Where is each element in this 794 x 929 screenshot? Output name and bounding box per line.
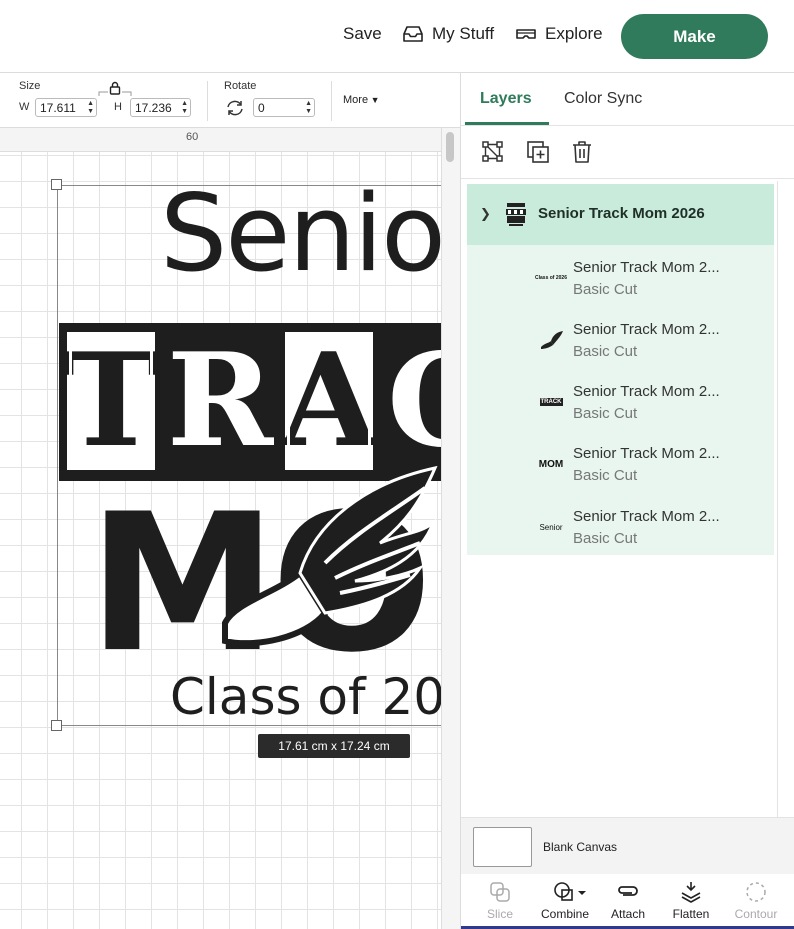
tab-color-sync[interactable]: Color Sync bbox=[564, 90, 642, 108]
layer-title: Senior Track Mom 2... bbox=[573, 383, 720, 400]
layer-group-name: Senior Track Mom 2026 bbox=[538, 205, 705, 222]
width-value: 17.611 bbox=[40, 101, 76, 115]
top-bar: Save My Stuff Explore Make bbox=[0, 0, 794, 73]
layer-title: Senior Track Mom 2... bbox=[573, 508, 720, 525]
layer-item-track[interactable]: TRACK Senior Track Mom 2... Basic Cut bbox=[467, 371, 774, 433]
attach-button[interactable]: Attach bbox=[597, 874, 659, 926]
horizontal-ruler: 60 bbox=[0, 128, 441, 152]
combine-label: Combine bbox=[540, 907, 590, 921]
layer-actions-bar: Slice Combine Attach Flatten Contour bbox=[461, 874, 794, 929]
edit-toolbar: Size W 17.611 ▲ ▼ H 17.236 ▲ ▼ Rotate 0 ▲ ▼… bbox=[0, 73, 460, 128]
more-label: More bbox=[343, 94, 369, 106]
flatten-icon bbox=[681, 882, 701, 903]
layer-thumbnail-text: MOM bbox=[538, 458, 564, 470]
layer-thumbnail: MOM bbox=[537, 453, 565, 475]
flatten-label: Flatten bbox=[672, 907, 710, 921]
slice-button[interactable]: Slice bbox=[469, 874, 531, 926]
layer-item-wing[interactable]: Senior Track Mom 2... Basic Cut bbox=[467, 309, 774, 371]
caret-down-icon: ▼ bbox=[368, 95, 380, 105]
attach-icon bbox=[618, 886, 638, 896]
height-label: H bbox=[114, 101, 122, 113]
contour-icon bbox=[746, 882, 766, 902]
layer-operation: Basic Cut bbox=[573, 467, 638, 484]
save-label: Save bbox=[343, 24, 382, 43]
toolbar-divider bbox=[331, 81, 332, 121]
layer-title: Senior Track Mom 2... bbox=[573, 445, 720, 462]
layer-thumbnail: Senior bbox=[537, 516, 565, 538]
layers-list: ❯ Senior Track Mom 2026 Class of 2026 Se… bbox=[467, 184, 774, 555]
layer-operation: Basic Cut bbox=[573, 343, 638, 360]
height-input[interactable]: 17.236 ▲ ▼ bbox=[130, 98, 191, 117]
rotate-icon[interactable] bbox=[225, 99, 245, 117]
make-label: Make bbox=[673, 26, 716, 46]
resize-handle-top-left[interactable] bbox=[51, 179, 62, 190]
blank-canvas-label: Blank Canvas bbox=[543, 840, 618, 854]
layer-thumbnail-text: TRACK bbox=[539, 398, 563, 406]
trash-icon[interactable] bbox=[569, 139, 595, 165]
explore-button[interactable]: Explore bbox=[515, 24, 603, 44]
flatten-button[interactable]: Flatten bbox=[660, 874, 722, 926]
design-canvas[interactable]: 60 Senio T R A C MOM Class of 202 17.61 … bbox=[0, 128, 441, 929]
slice-icon bbox=[490, 882, 510, 902]
layer-thumbnail-text: Class of 2026 bbox=[535, 275, 567, 281]
blank-canvas-row[interactable]: Blank Canvas bbox=[461, 817, 794, 874]
panel-divider bbox=[461, 125, 794, 126]
my-stuff-button[interactable]: My Stuff bbox=[402, 24, 494, 44]
layer-title: Senior Track Mom 2... bbox=[573, 259, 720, 276]
combine-icon bbox=[554, 882, 586, 901]
layers-panel: Layers Color Sync ❯ Senior Track Mom 202… bbox=[460, 73, 794, 929]
selection-box[interactable] bbox=[57, 185, 441, 726]
more-menu-button[interactable]: More ▼ bbox=[343, 94, 379, 106]
toolbar-divider bbox=[207, 81, 208, 121]
ruler-number: 60 bbox=[186, 131, 199, 143]
slice-label: Slice bbox=[486, 907, 513, 921]
rotate-input[interactable]: 0 ▲ ▼ bbox=[253, 98, 315, 117]
make-button[interactable]: Make bbox=[621, 14, 768, 59]
link-bracket-icon bbox=[98, 91, 132, 96]
my-stuff-label: My Stuff bbox=[432, 24, 495, 43]
layer-operation: Basic Cut bbox=[573, 530, 638, 547]
width-label: W bbox=[19, 101, 30, 113]
attach-label: Attach bbox=[610, 907, 646, 921]
group-thumbnail bbox=[506, 203, 526, 226]
duplicate-icon[interactable] bbox=[525, 139, 551, 165]
explore-icon bbox=[516, 29, 536, 39]
inbox-icon bbox=[403, 26, 423, 42]
tab-layers[interactable]: Layers bbox=[480, 90, 532, 108]
layer-operation: Basic Cut bbox=[573, 281, 638, 298]
layers-scrollbar[interactable] bbox=[777, 181, 794, 819]
dimension-tag: 17.61 cm x 17.24 cm bbox=[258, 734, 410, 758]
explore-label: Explore bbox=[545, 24, 603, 43]
rotate-value: 0 bbox=[258, 101, 265, 115]
size-label: Size bbox=[19, 80, 41, 92]
layer-group-row[interactable]: ❯ Senior Track Mom 2026 bbox=[467, 184, 774, 245]
canvas-scrollbar-thumb[interactable] bbox=[446, 132, 454, 162]
chevron-down-icon[interactable]: ❯ bbox=[480, 206, 491, 222]
resize-handle-bottom-left[interactable] bbox=[51, 720, 62, 731]
layer-thumbnail: TRACK bbox=[537, 391, 565, 413]
group-icon[interactable] bbox=[480, 139, 506, 165]
height-value: 17.236 bbox=[135, 101, 172, 115]
panel-divider bbox=[461, 178, 794, 179]
height-stepper[interactable]: ▲ ▼ bbox=[181, 100, 188, 116]
wing-thumbnail-icon bbox=[541, 331, 563, 349]
contour-label: Contour bbox=[734, 907, 778, 921]
layer-item-mom[interactable]: MOM Senior Track Mom 2... Basic Cut bbox=[467, 433, 774, 495]
layer-title: Senior Track Mom 2... bbox=[573, 321, 720, 338]
layer-thumbnail-text: Senior bbox=[539, 522, 563, 532]
layer-item-senior[interactable]: Senior Senior Track Mom 2... Basic Cut bbox=[467, 496, 774, 558]
layer-item-class-of[interactable]: Class of 2026 Senior Track Mom 2... Basi… bbox=[467, 247, 774, 309]
layer-operation: Basic Cut bbox=[573, 405, 638, 422]
width-input[interactable]: 17.611 ▲ ▼ bbox=[35, 98, 97, 117]
contour-button[interactable]: Contour bbox=[725, 874, 787, 926]
rotate-stepper[interactable]: ▲ ▼ bbox=[305, 100, 312, 116]
combine-button[interactable]: Combine bbox=[534, 874, 596, 926]
rotate-label: Rotate bbox=[224, 80, 257, 92]
canvas-scrollbar[interactable] bbox=[441, 128, 460, 929]
width-stepper[interactable]: ▲ ▼ bbox=[87, 100, 94, 116]
blank-canvas-swatch[interactable] bbox=[473, 827, 532, 867]
layer-thumbnail: Class of 2026 bbox=[535, 267, 567, 289]
save-button[interactable]: Save bbox=[343, 24, 382, 44]
